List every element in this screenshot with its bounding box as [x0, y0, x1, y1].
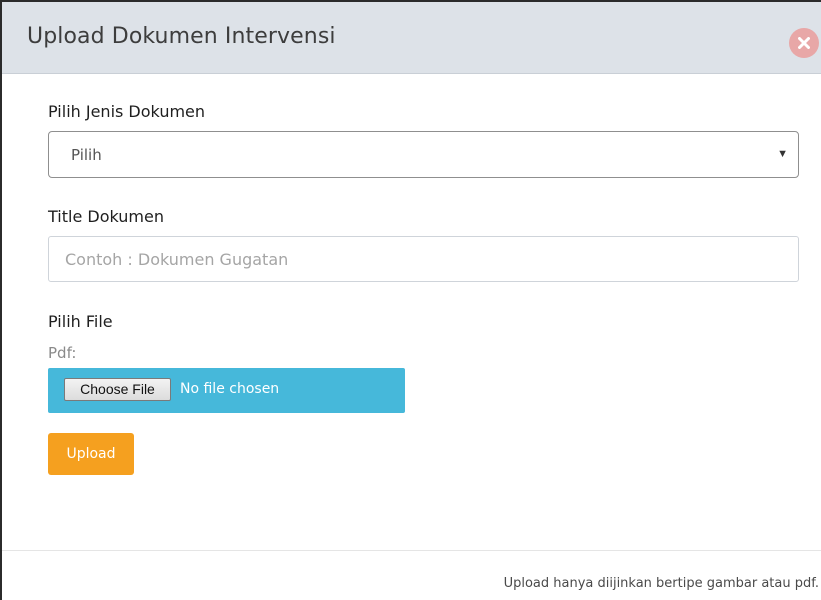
file-type-label: Pdf:: [48, 344, 77, 362]
upload-modal: Upload Dokumen Intervensi Pilih Jenis Do…: [0, 0, 821, 600]
file-status-text: No file chosen: [180, 381, 280, 397]
close-icon: [798, 37, 810, 49]
document-type-selected: Pilih: [71, 146, 102, 164]
modal-title: Upload Dokumen Intervensi: [27, 24, 336, 49]
modal-header: Upload Dokumen Intervensi: [2, 2, 821, 74]
footer-divider: [2, 550, 821, 551]
choose-file-button[interactable]: Choose File: [64, 378, 171, 401]
file-input-bar: Choose File No file chosen: [48, 368, 405, 413]
close-button[interactable]: [789, 28, 819, 58]
document-title-input[interactable]: [48, 236, 799, 282]
file-label: Pilih File: [48, 312, 113, 331]
caret-down-icon: ▼: [777, 148, 788, 160]
document-type-label: Pilih Jenis Dokumen: [48, 102, 206, 121]
footer-note: Upload hanya diijinkan bertipe gambar at…: [503, 576, 819, 591]
document-title-label: Title Dokumen: [48, 207, 164, 226]
upload-button[interactable]: Upload: [48, 433, 134, 475]
document-type-select[interactable]: Pilih ▼: [48, 131, 799, 178]
